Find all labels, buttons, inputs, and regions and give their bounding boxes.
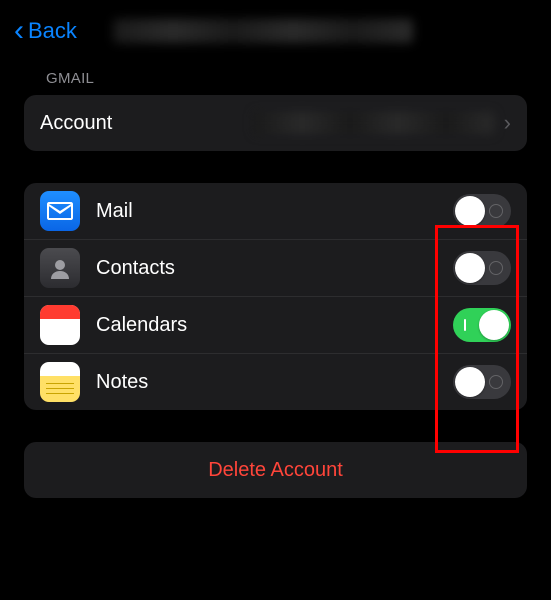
back-label: Back xyxy=(28,18,77,44)
service-label: Contacts xyxy=(96,257,175,280)
service-label: Notes xyxy=(96,371,148,394)
chevron-left-icon: ‹ xyxy=(14,16,24,46)
page-title xyxy=(113,19,537,43)
contacts-icon xyxy=(40,248,80,288)
back-button[interactable]: ‹ Back xyxy=(14,16,77,46)
account-row[interactable]: Account › xyxy=(24,95,527,151)
delete-label: Delete Account xyxy=(208,459,343,482)
chevron-right-icon: › xyxy=(504,110,511,136)
delete-account-button[interactable]: Delete Account xyxy=(24,442,527,498)
services-group: Mail Contacts Calendars Notes xyxy=(24,183,527,410)
redacted-account-value xyxy=(254,112,494,134)
service-label: Mail xyxy=(96,200,133,223)
section-label-gmail: GMAIL xyxy=(0,70,551,95)
service-row-notes: Notes xyxy=(24,354,527,410)
account-value xyxy=(122,112,493,134)
account-group: Account › xyxy=(24,95,527,151)
service-row-mail: Mail xyxy=(24,183,527,240)
mail-toggle[interactable] xyxy=(453,194,511,228)
calendar-icon xyxy=(40,305,80,345)
mail-icon xyxy=(40,191,80,231)
service-row-contacts: Contacts xyxy=(24,240,527,297)
contacts-toggle[interactable] xyxy=(453,251,511,285)
account-label: Account xyxy=(40,112,112,135)
service-label: Calendars xyxy=(96,314,187,337)
service-row-calendars: Calendars xyxy=(24,297,527,354)
notes-toggle[interactable] xyxy=(453,365,511,399)
redacted-title xyxy=(113,19,413,43)
notes-icon xyxy=(40,362,80,402)
calendars-toggle[interactable] xyxy=(453,308,511,342)
